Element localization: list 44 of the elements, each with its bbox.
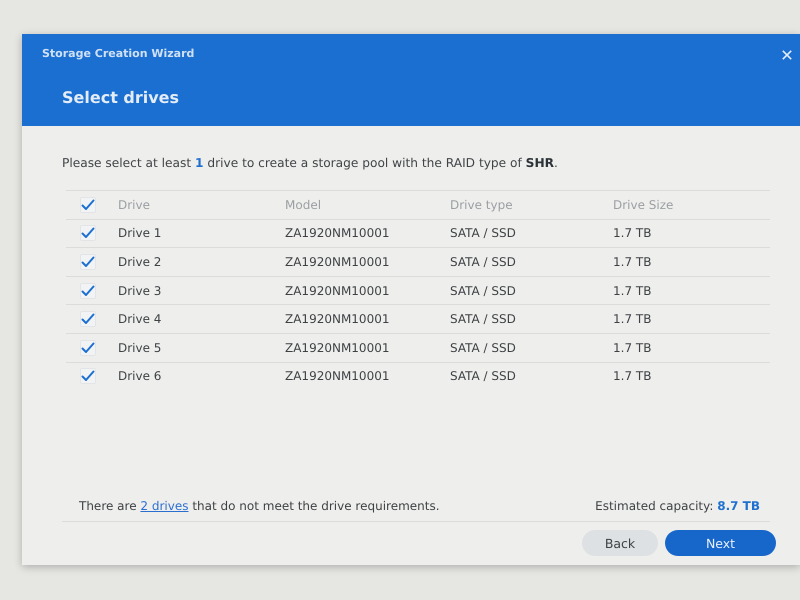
close-icon[interactable] [782,50,792,60]
table-cell-text: Drive 6 [117,369,162,384]
row-checkbox[interactable] [80,368,96,384]
next-button[interactable]: Next [665,530,776,556]
table-cell-text: SATA / SSD [449,226,517,240]
column-header: Model [284,198,322,212]
instruction-text: Please select at least 1 drive to create a storage pool with the RAID type of SHR. [62,155,559,172]
table-cell-text: SATA / SSD [449,254,517,269]
table-cell-text: Drive 1 [117,226,162,240]
select-all-checkbox[interactable] [80,196,96,213]
table-cell-text: 1.7 TB [612,226,652,240]
back-button[interactable]: Back [582,530,658,556]
table-cell-text: 1.7 TB [612,312,652,326]
table-cell-text: 1.7 TB [612,254,652,269]
column-header: Drive Size [612,198,674,212]
table-cell-text: ZA1920NM10001 [284,254,390,269]
table-cell-text: SATA / SSD [449,284,517,298]
window-title: Storage Creation Wizard [42,46,194,60]
table-cell-text: Drive 2 [117,254,162,269]
row-checkbox[interactable] [80,254,96,270]
estimated-capacity: Estimated capacity: 8.7 TB [595,499,760,513]
table-cell-text: ZA1920NM10001 [284,284,390,298]
table-cell-text: SATA / SSD [449,340,517,355]
row-checkbox[interactable] [80,340,96,356]
table-cell-text: ZA1920NM10001 [284,369,390,384]
table-cell-text: Drive 4 [117,312,162,326]
table-cell-text: Drive 3 [117,284,162,298]
drives-link[interactable]: 2 drives [140,499,188,513]
table-cell-text: ZA1920NM10001 [284,340,390,355]
table-cell-text: SATA / SSD [449,369,517,384]
table-cell-text: ZA1920NM10001 [284,226,390,240]
table-cell-text: 1.7 TB [612,284,652,298]
table-cell-text: SATA / SSD [449,312,517,326]
step-title: Select drives [62,88,180,107]
row-checkbox[interactable] [80,282,96,299]
requirements-notice: There are 2 drives that do not meet the drive requirements. [79,499,440,513]
column-header: Drive type [449,198,514,212]
row-checkbox[interactable] [80,225,96,242]
column-header: Drive [117,198,151,212]
table-cell-text: ZA1920NM10001 [284,312,390,326]
table-cell-text: 1.7 TB [612,340,652,355]
table-cell-text: Drive 5 [117,340,162,355]
row-checkbox[interactable] [80,311,96,328]
table-cell-text: 1.7 TB [612,369,652,384]
